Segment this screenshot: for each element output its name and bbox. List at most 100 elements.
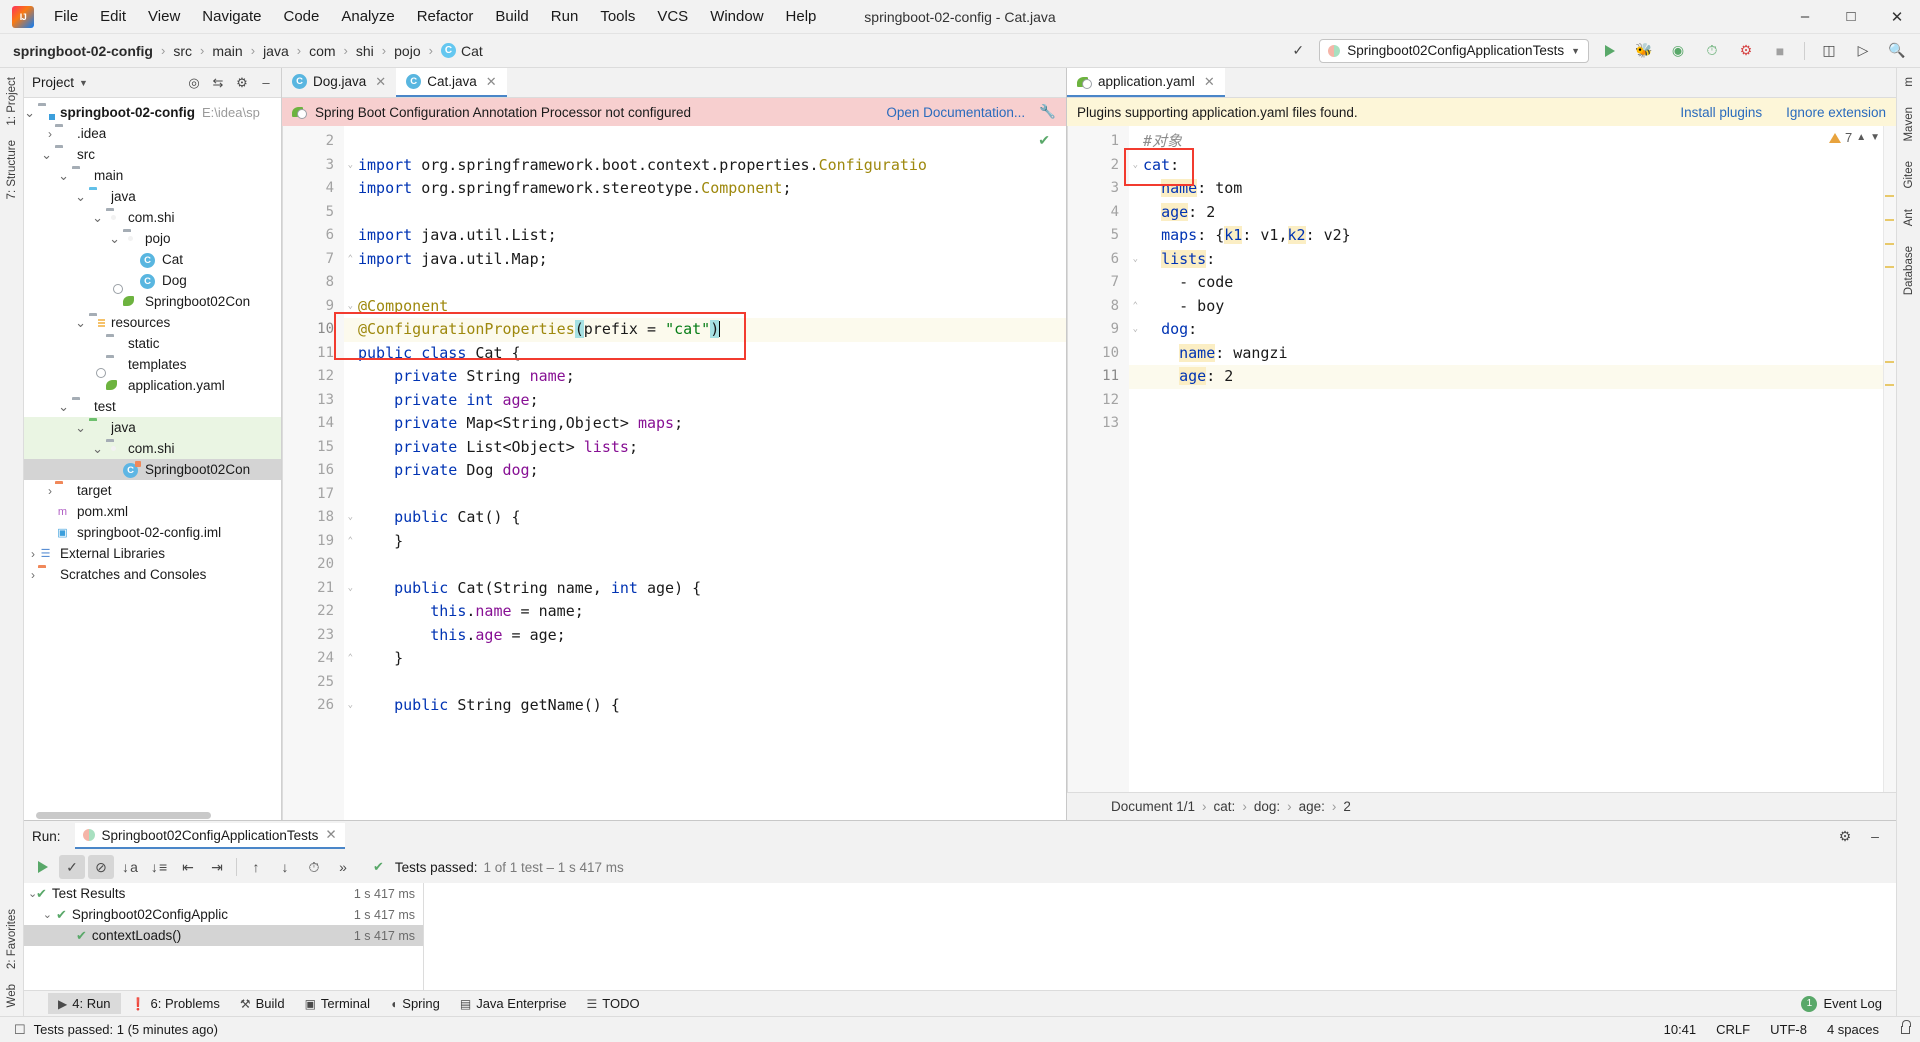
target-icon[interactable]: ◎ — [183, 72, 205, 94]
code-line[interactable] — [344, 130, 1066, 154]
code-line[interactable]: #对象 — [1129, 130, 1896, 154]
wrench-icon[interactable]: 🔧 — [1039, 104, 1056, 120]
chevron-down-icon[interactable]: ⌄ — [75, 189, 89, 204]
code-line[interactable]: import org.springframework.stereotype.Co… — [344, 177, 1066, 201]
chevron-down-icon[interactable]: ⌄ — [92, 210, 106, 225]
tool-button-todo[interactable]: ☰ TODO — [577, 993, 650, 1014]
code-line[interactable]: public String getName() { — [344, 694, 1066, 718]
rail-maven[interactable]: Maven — [1903, 104, 1915, 145]
more-icon[interactable]: » — [330, 855, 356, 879]
chevron-down-icon[interactable]: ⌄ — [58, 399, 72, 414]
code-line[interactable]: public class Cat { — [344, 342, 1066, 366]
main-menu[interactable]: File Edit View Navigate Code Analyze Refactor B… — [44, 4, 826, 29]
rerun-icon[interactable] — [30, 855, 56, 879]
tree-node-springboot02con[interactable]: Springboot02Con — [24, 291, 281, 312]
menu-item-window[interactable]: Window — [700, 4, 773, 29]
tree-node-dog[interactable]: C Dog — [24, 270, 281, 291]
tree-node-scratches-and-consoles[interactable]: › Scratches and Consoles — [24, 564, 281, 585]
settings-gear-icon[interactable]: ⚙ — [231, 72, 253, 94]
line-number[interactable]: 17 — [282, 483, 344, 507]
test-tree-node[interactable]: ⌄ ✔ Springboot02ConfigApplic 1 s 417 ms — [24, 904, 423, 925]
line-number[interactable]: 25 — [282, 671, 344, 695]
breadcrumb-com[interactable]: com — [306, 41, 338, 61]
chevron-down-icon[interactable]: ⌄ — [92, 441, 106, 456]
line-number[interactable]: 7 — [1067, 271, 1129, 295]
code-line[interactable]: @Component — [344, 295, 1066, 319]
code-line[interactable]: maps: {k1: v1,k2: v2} — [1129, 224, 1896, 248]
chevron-down-icon[interactable]: ⌄ — [109, 231, 123, 246]
breadcrumb-shi[interactable]: shi — [353, 41, 377, 61]
tool-button-spring[interactable]: ◖ Spring — [380, 993, 450, 1014]
tool-button-6-problems[interactable]: ❗ 6: Problems — [121, 993, 230, 1014]
line-number[interactable]: 9 ⌄ — [1067, 318, 1138, 342]
open-documentation-link[interactable]: Open Documentation... — [886, 105, 1025, 120]
code-line[interactable]: private List<Object> lists; — [344, 436, 1066, 460]
sort-by-duration-icon[interactable]: ↓ ≡ — [146, 855, 172, 879]
yaml-code-text[interactable]: #对象 cat: name: tom age: 2 maps: {k1: v1,k… — [1129, 126, 1896, 792]
line-number[interactable]: 22 — [282, 600, 344, 624]
collapse-all-icon[interactable]: ⇥ — [204, 855, 230, 879]
line-number[interactable]: 3 ⌄ — [282, 154, 353, 178]
chevron-down-icon[interactable]: ⌄ — [28, 887, 37, 900]
minimize-icon[interactable]: – — [1782, 0, 1828, 33]
run-with-coverage-icon[interactable]: ◉ — [1665, 39, 1691, 63]
settings-gear-icon[interactable]: ⚙ — [1832, 824, 1858, 848]
tree-node-cat[interactable]: C Cat — [24, 249, 281, 270]
code-line[interactable]: name: wangzi — [1129, 342, 1896, 366]
tree-node-external-libraries[interactable]: › ☰ External Libraries — [24, 543, 281, 564]
chevron-up-icon[interactable]: ▲ — [1856, 132, 1866, 143]
tab-dog-java[interactable]: C Dog.java ✕ — [282, 68, 397, 97]
expand-all-icon[interactable]: ⇤ — [175, 855, 201, 879]
line-number[interactable]: 2 — [282, 130, 344, 154]
chevron-right-icon[interactable]: › — [31, 547, 38, 561]
line-number[interactable]: 19 ⌃ — [282, 530, 353, 554]
hammer-icon[interactable]: ✓ — [1285, 39, 1311, 63]
rail-web[interactable]: Web — [6, 981, 18, 1010]
menu-item-file[interactable]: File — [44, 4, 88, 29]
run-tab[interactable]: Springboot02ConfigApplicationTests ✕ — [74, 823, 345, 849]
line-number[interactable]: 11 — [282, 342, 344, 366]
update-running-app-icon[interactable]: ⚙ — [1733, 39, 1759, 63]
menu-item-vcs[interactable]: VCS — [647, 4, 698, 29]
tree-node-java[interactable]: ⌄ java — [24, 417, 281, 438]
code-line[interactable] — [344, 271, 1066, 295]
line-number[interactable]: 3 — [1067, 177, 1129, 201]
code-line[interactable] — [344, 671, 1066, 695]
breadcrumb-main[interactable]: main — [209, 41, 245, 61]
chevron-down-icon[interactable]: ▼ — [79, 78, 88, 88]
tab-cat-java[interactable]: C Cat.java ✕ — [396, 68, 507, 97]
line-number[interactable]: 5 — [282, 201, 344, 225]
line-number[interactable]: 5 — [1067, 224, 1129, 248]
line-number[interactable]: 26 ⌄ — [282, 694, 353, 718]
java-code-area[interactable]: 23⌄4567⌃89⌄10⌃1112131415161718⌄19⌃2021⌄2… — [282, 126, 1066, 820]
chevron-down-icon[interactable]: ⌄ — [41, 147, 55, 162]
line-number[interactable]: 13 — [282, 389, 344, 413]
tool-button-java-enterprise[interactable]: ▤ Java Enterprise — [450, 993, 577, 1014]
breadcrumb[interactable]: › src › main › java › com › shi › pojo — [156, 41, 424, 61]
hide-icon[interactable]: – — [255, 72, 277, 94]
rail-database[interactable]: Database — [1903, 243, 1915, 298]
code-line[interactable]: - code — [1129, 271, 1896, 295]
tool-button-terminal[interactable]: ▣ Terminal — [295, 993, 380, 1014]
sort-alphabetically-icon[interactable]: ↓ a — [117, 855, 143, 879]
code-line[interactable]: import org.springframework.boot.context.… — [344, 154, 1066, 178]
yaml-breadcrumb-item[interactable]: age: — [1299, 799, 1325, 814]
code-line[interactable]: @ConfigurationProperties(prefix = "cat") — [344, 318, 1066, 342]
project-tree[interactable]: ⌄ springboot-02-config E:\idea\sp › .idea ⌄ sr… — [24, 98, 281, 811]
close-icon[interactable]: ✕ — [1204, 74, 1215, 90]
tree-node-springboot-02-config-iml[interactable]: ▣ springboot-02-config.iml — [24, 522, 281, 543]
menu-item-view[interactable]: View — [138, 4, 190, 29]
test-console[interactable] — [424, 883, 1896, 990]
close-icon[interactable]: ✕ — [325, 827, 336, 843]
code-line[interactable] — [344, 201, 1066, 225]
code-line[interactable]: cat: — [1129, 154, 1896, 178]
line-number[interactable]: 4 — [282, 177, 344, 201]
tree-node-pojo[interactable]: ⌄ pojo — [24, 228, 281, 249]
tree-node-pom-xml[interactable]: m pom.xml — [24, 501, 281, 522]
chevron-down-icon[interactable]: ⌄ — [75, 315, 89, 330]
chevron-down-icon[interactable]: ⌄ — [58, 168, 72, 183]
next-failed-icon[interactable]: ↓ — [272, 855, 298, 879]
line-number[interactable]: 8 — [282, 271, 344, 295]
java-code-text[interactable]: import org.springframework.boot.context.… — [344, 126, 1066, 820]
tree-node-springboot-02-config[interactable]: ⌄ springboot-02-config E:\idea\sp — [24, 102, 281, 123]
